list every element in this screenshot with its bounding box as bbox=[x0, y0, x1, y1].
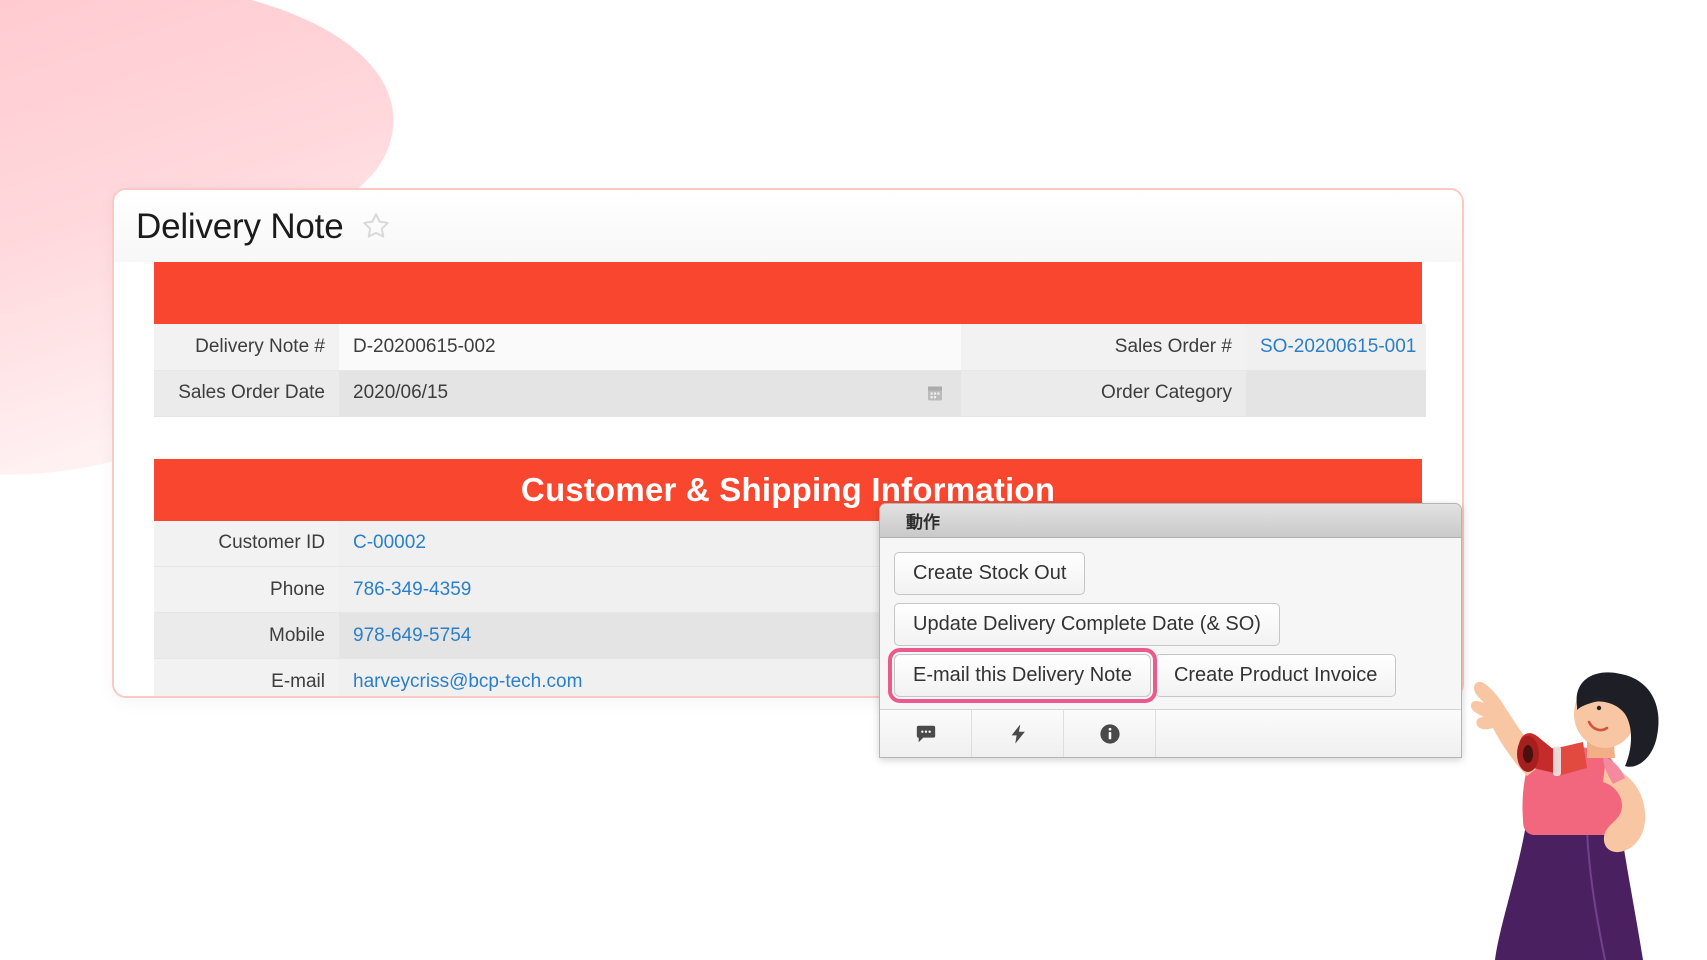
card-header: Delivery Note bbox=[114, 190, 1462, 262]
sales-order-date-value: 2020/06/15 bbox=[353, 382, 449, 403]
sales-order-date-cell[interactable]: 2020/06/15 bbox=[339, 370, 961, 417]
section-spacer bbox=[114, 416, 1462, 459]
create-stock-out-button[interactable]: Create Stock Out bbox=[894, 552, 1086, 595]
order-info-section: Delivery Note # D-20200615-002 Sales Ord… bbox=[154, 262, 1426, 417]
table-row: Delivery Note # D-20200615-002 Sales Ord… bbox=[154, 324, 1426, 371]
order-info-band bbox=[154, 262, 1422, 324]
order-category-value bbox=[1246, 370, 1426, 417]
customer-id-link[interactable]: C-00002 bbox=[353, 532, 426, 553]
sales-order-number-cell: SO-20200615-001 bbox=[1246, 324, 1426, 371]
phone-label: Phone bbox=[154, 566, 339, 613]
customer-id-label: Customer ID bbox=[154, 520, 339, 567]
email-label: E-mail bbox=[154, 658, 339, 696]
mobile-label: Mobile bbox=[154, 612, 339, 659]
delivery-note-number-value: D-20200615-002 bbox=[339, 324, 961, 371]
comment-icon bbox=[916, 725, 935, 742]
sales-order-date-label: Sales Order Date bbox=[154, 370, 339, 417]
calendar-icon[interactable] bbox=[927, 385, 943, 402]
lightning-bolt-icon bbox=[1011, 723, 1025, 744]
update-delivery-complete-date-button[interactable]: Update Delivery Complete Date (& SO) bbox=[894, 603, 1280, 646]
action-popup-toolbar bbox=[880, 709, 1461, 757]
table-row: Sales Order Date 2020/06/15 Order Catego… bbox=[154, 370, 1426, 417]
mobile-link[interactable]: 978-649-5754 bbox=[353, 625, 471, 646]
sales-order-number-label: Sales Order # bbox=[961, 324, 1246, 371]
comment-icon-button[interactable] bbox=[880, 710, 972, 757]
lightning-bolt-icon-button[interactable] bbox=[972, 710, 1064, 757]
woman-with-megaphone-illustration bbox=[1471, 672, 1659, 960]
email-this-delivery-note-button[interactable]: E-mail this Delivery Note bbox=[888, 648, 1157, 703]
order-category-label: Order Category bbox=[961, 370, 1246, 417]
order-info-table: Delivery Note # D-20200615-002 Sales Ord… bbox=[154, 324, 1426, 417]
action-popup: 動作 Create Stock Out Update Delivery Comp… bbox=[879, 503, 1462, 758]
action-popup-buttons: Create Stock Out Update Delivery Complet… bbox=[880, 538, 1461, 709]
toolbar-filler bbox=[1156, 710, 1461, 757]
screenshot-root: Delivery Note Delivery Note # D-20200615… bbox=[0, 0, 1707, 960]
email-link[interactable]: harveycriss@bcp-tech.com bbox=[353, 671, 582, 692]
star-outline-icon[interactable] bbox=[361, 211, 391, 241]
create-product-invoice-button[interactable]: Create Product Invoice bbox=[1154, 654, 1397, 697]
info-icon-button[interactable] bbox=[1064, 710, 1156, 757]
action-popup-title: 動作 bbox=[880, 504, 1461, 538]
phone-link[interactable]: 786-349-4359 bbox=[353, 579, 471, 600]
sales-order-number-link[interactable]: SO-20200615-001 bbox=[1260, 336, 1416, 357]
delivery-note-number-label: Delivery Note # bbox=[154, 324, 339, 371]
info-icon bbox=[1099, 723, 1120, 744]
page-title: Delivery Note bbox=[136, 206, 344, 246]
